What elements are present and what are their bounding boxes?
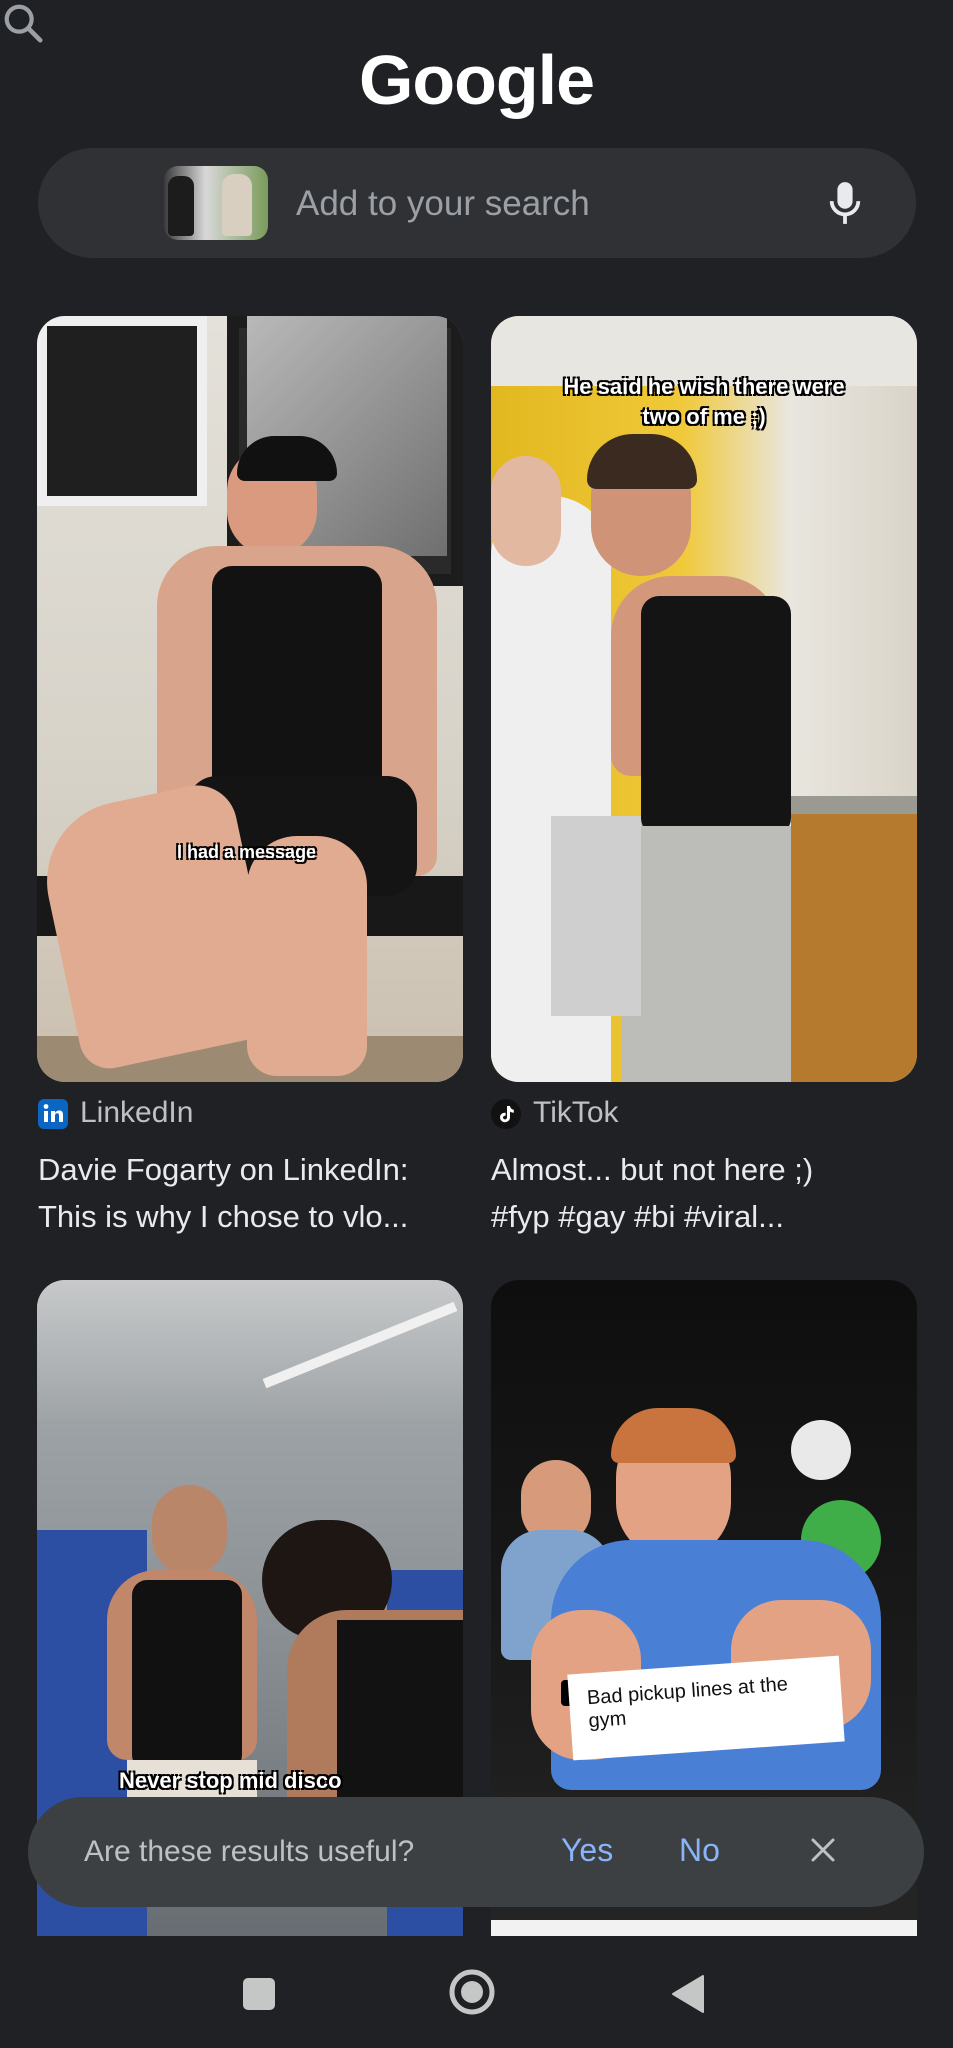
result-image-3-caption: Never stop mid disco <box>119 1768 342 1793</box>
feedback-yes-button[interactable]: Yes <box>561 1832 613 1869</box>
tiktok-icon <box>491 1099 521 1130</box>
result-title-1-line1: Davie Fogarty on LinkedIn: <box>38 1152 409 1187</box>
result-source-2-label: TikTok <box>533 1096 619 1129</box>
search-input[interactable]: Add to your search <box>296 184 590 224</box>
result-title-1-line2: This is why I chose to vlo... <box>38 1199 409 1234</box>
result-source-1[interactable]: LinkedIn <box>38 1096 193 1130</box>
mic-icon[interactable] <box>826 180 864 226</box>
google-logo[interactable]: Google <box>0 40 953 120</box>
result-image-3[interactable]: Never stop mid disco <box>37 1280 463 2046</box>
result-source-1-label: LinkedIn <box>80 1096 194 1129</box>
result-image-1[interactable]: I had a message <box>37 316 463 1082</box>
result-image-2[interactable]: He said he wish there were two of me ;) <box>491 316 917 1082</box>
recents-icon[interactable] <box>243 1978 275 2010</box>
back-icon[interactable] <box>671 1974 705 2014</box>
result-image-4[interactable] <box>491 1280 917 2046</box>
result-source-2[interactable]: TikTok <box>491 1096 619 1130</box>
feedback-no-button[interactable]: No <box>679 1832 720 1869</box>
feedback-question: Are these results useful? <box>84 1835 415 1868</box>
home-icon[interactable] <box>449 1969 495 2015</box>
result-image-2-caption: He said he wish there were two of me ;) <box>563 374 845 429</box>
close-icon[interactable] <box>808 1835 838 1865</box>
linkedin-icon <box>38 1099 68 1130</box>
search-image-thumbnail[interactable] <box>164 166 268 240</box>
result-image-1-caption: I had a message <box>177 842 317 862</box>
result-title-1[interactable]: Davie Fogarty on LinkedIn: This is why I… <box>38 1146 478 1240</box>
result-title-2-line2: #fyp #gay #bi #viral... <box>491 1199 784 1234</box>
result-title-2[interactable]: Almost... but not here ;) #fyp #gay #bi … <box>491 1146 931 1240</box>
result-title-2-line1: Almost... but not here ;) <box>491 1152 814 1187</box>
